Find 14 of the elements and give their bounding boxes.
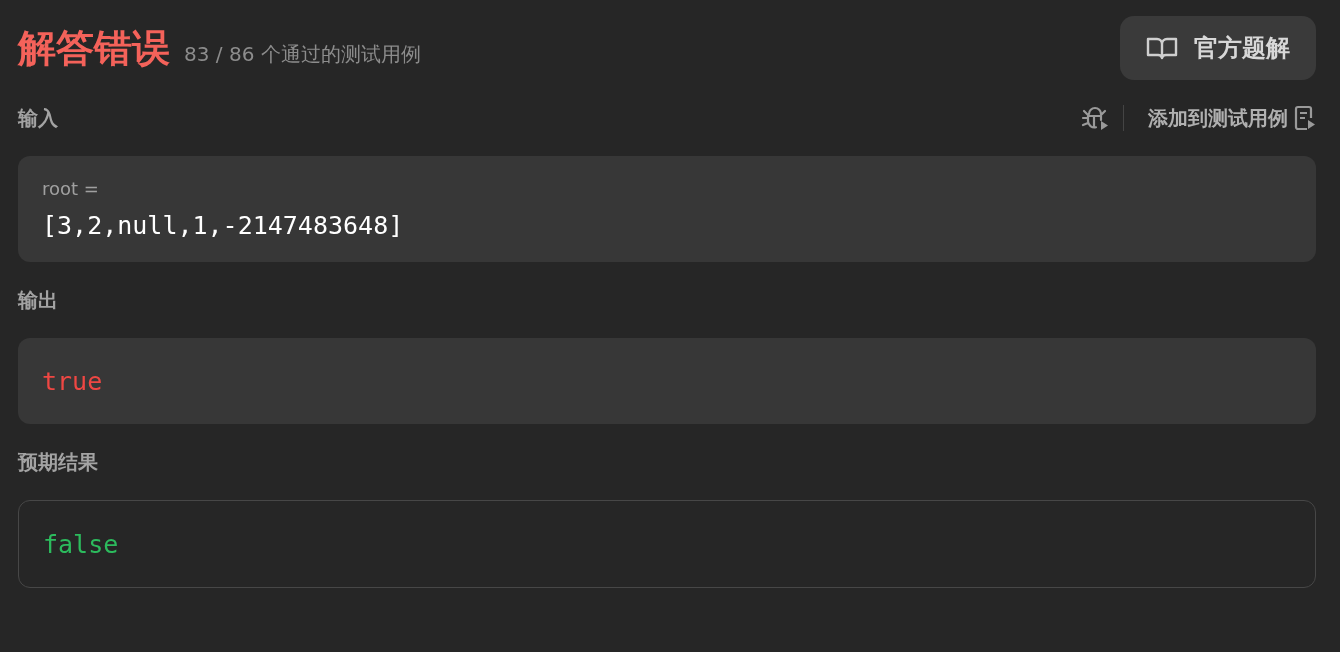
add-testcase-button[interactable]: 添加到测试用例 bbox=[1148, 104, 1316, 132]
result-title: 解答错误 bbox=[18, 24, 170, 72]
field-value: false bbox=[43, 529, 120, 559]
bug-icon[interactable] bbox=[1081, 105, 1109, 131]
field-name: root = bbox=[42, 178, 100, 199]
test-summary: 83 / 86 个通过的测试用例 bbox=[184, 40, 421, 68]
field-value: true bbox=[42, 366, 104, 396]
solution-button[interactable]: 官方题解 bbox=[1120, 16, 1316, 80]
field-value: [3,2,null,1,-2147483648] bbox=[42, 211, 405, 240]
document-play-icon bbox=[1294, 105, 1316, 131]
section-label: 输出 bbox=[18, 286, 58, 314]
section-label: 预期结果 bbox=[18, 448, 98, 476]
book-icon bbox=[1146, 36, 1178, 60]
section-label: 输入 bbox=[18, 104, 58, 132]
